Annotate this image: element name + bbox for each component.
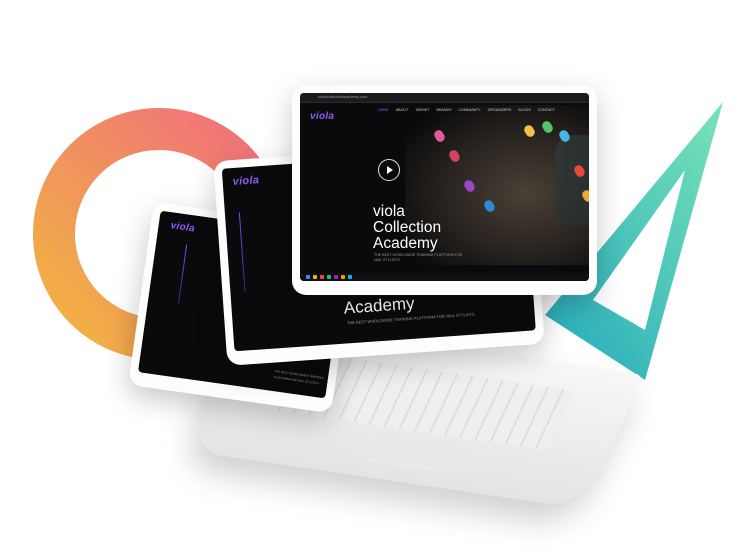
viola-logo-icon: viola: [232, 174, 260, 189]
mug-shape: [555, 135, 589, 225]
accent-line: [238, 212, 246, 293]
main-navigation: HOME ABOUT TARGET BRANDS COMMUNITY ORGAN…: [378, 108, 555, 112]
address-text: violacollectionacademy.com: [318, 94, 368, 99]
nail-shape: [540, 119, 555, 135]
mid-hero-title: Academy: [343, 293, 416, 318]
front-screen-display: violacollectionacademy.com viola HOME AB…: [300, 93, 589, 281]
taskbar-app-icon[interactable]: [306, 275, 310, 279]
hero-title: viola Collection Academy: [373, 203, 442, 252]
os-taskbar: [300, 273, 589, 281]
hero-subtitle: THE BEST WORLDWIDE TRAINING PLATFORM FOR…: [374, 253, 463, 262]
nav-brands[interactable]: BRANDS: [436, 108, 451, 112]
taskbar-app-icon[interactable]: [320, 275, 324, 279]
viola-logo-icon[interactable]: viola: [310, 111, 334, 122]
nail-shape: [447, 148, 462, 164]
accent-line: [177, 244, 188, 305]
nav-target[interactable]: TARGET: [415, 108, 429, 112]
browser-address-bar[interactable]: violacollectionacademy.com: [300, 93, 589, 103]
taskbar-app-icon[interactable]: [334, 275, 338, 279]
play-icon[interactable]: [378, 159, 400, 181]
viola-logo-icon: viola: [169, 220, 196, 235]
nail-shape: [522, 123, 537, 139]
nav-contact[interactable]: CONTACT: [538, 108, 555, 112]
nav-community[interactable]: COMMUNITY: [458, 108, 480, 112]
nail-shape: [432, 128, 447, 144]
front-screen: violacollectionacademy.com viola HOME AB…: [292, 85, 597, 295]
nav-organizers[interactable]: ORGANIZERS: [488, 108, 512, 112]
showcase-scene: viola THE BEST WORLDWIDE TRAINING PLATFO…: [0, 0, 745, 558]
nail-shape: [462, 178, 477, 194]
taskbar-app-icon[interactable]: [341, 275, 345, 279]
taskbar-app-icon[interactable]: [327, 275, 331, 279]
nav-home[interactable]: HOME: [378, 108, 389, 112]
taskbar-app-icon[interactable]: [313, 275, 317, 279]
nav-about[interactable]: ABOUT: [396, 108, 408, 112]
taskbar-app-icon[interactable]: [348, 275, 352, 279]
nav-blogs[interactable]: BLOGS: [518, 108, 530, 112]
back-hero-subtitle: THE BEST WORLDWIDE TRAINING PLATFORM FOR…: [273, 369, 324, 386]
